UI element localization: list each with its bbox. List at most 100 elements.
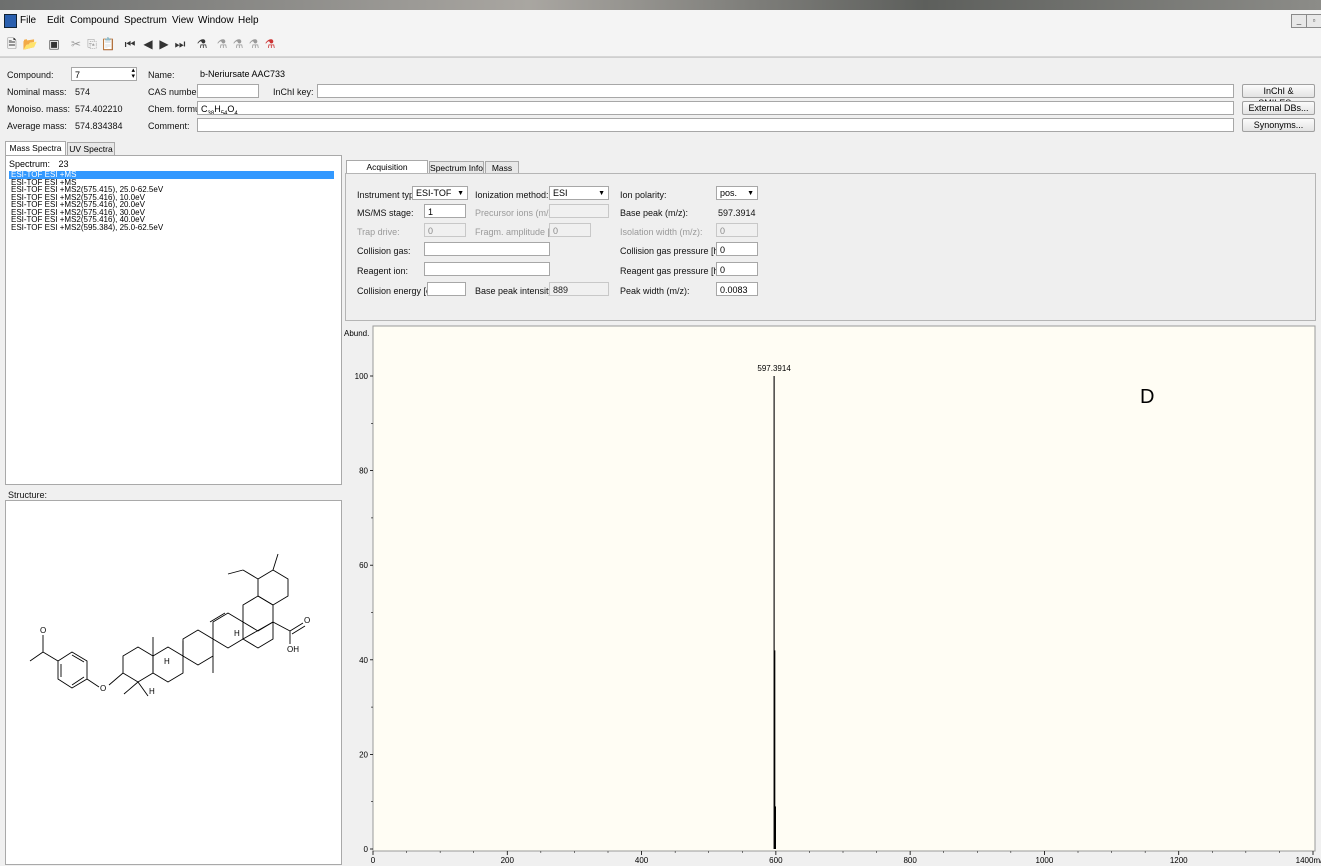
add-compound-icon[interactable]: ⚗ xyxy=(214,36,230,52)
ion-polarity-select[interactable]: pos. ▼ xyxy=(716,186,758,200)
base-peak-value: 597.3914 xyxy=(718,208,756,218)
molecule-atoms: O O O OH H H H xyxy=(40,616,310,696)
spectrum-count-header: Spectrum: 23 xyxy=(6,156,341,170)
structure-label: Structure: xyxy=(8,490,48,500)
base-peak-intensity-field: 889 xyxy=(549,282,609,296)
y-tick-label: 100 xyxy=(355,372,369,381)
nominal-mass-value: 574 xyxy=(75,87,91,97)
x-tick-label: 800 xyxy=(903,856,917,865)
spectrum-list: ESI-TOF ESI +MS ESI-TOF ESI +MS ESI-TOF … xyxy=(9,171,334,231)
precursor-ions-label: Precursor ions (m/z): xyxy=(475,208,559,218)
atom-label: H xyxy=(234,629,240,638)
synonyms-button[interactable]: Synonyms... xyxy=(1242,118,1315,132)
tab-mass-spectra[interactable]: Mass Spectra xyxy=(5,141,66,155)
spinner-icon[interactable]: ▴ ▾ xyxy=(131,68,135,80)
msms-stage-field[interactable]: 1 xyxy=(424,204,466,218)
molecule-bonds xyxy=(29,553,306,697)
mass-spectrum-chart[interactable]: Abund. D 0 20 40 60 80 100 0 200 400 600 800 1000 1… xyxy=(343,323,1321,865)
ionization-method-select[interactable]: ESI ▼ xyxy=(549,186,609,200)
spectrum-count-label: Spectrum: xyxy=(9,159,51,169)
menu-file[interactable]: File xyxy=(20,15,36,26)
collision-gas-field[interactable] xyxy=(424,242,550,256)
atom-label: O xyxy=(40,626,46,635)
name-field[interactable]: b-Neriursate AAC733 xyxy=(197,67,1314,81)
peak-label: 597.3914 xyxy=(757,364,791,373)
compound-number-field[interactable]: 7 ▴ ▾ xyxy=(71,67,137,81)
x-tick-label: 600 xyxy=(769,856,783,865)
panel-annotation: D xyxy=(1140,386,1154,408)
y-tick-label: 0 xyxy=(364,845,369,854)
reagent-gas-pressure-field[interactable]: 0 xyxy=(716,262,758,276)
x-tick-label: 1400m/z xyxy=(1296,856,1321,865)
spectrum-chart-area: Abund. D 0 20 40 60 80 100 0 200 400 600 800 1000 1… xyxy=(343,323,1321,865)
search-compound-icon[interactable]: ⚗ xyxy=(194,36,210,52)
x-tick-label: 200 xyxy=(501,856,515,865)
previous-icon[interactable]: ◀ xyxy=(140,36,156,52)
last-icon[interactable]: ⏭ xyxy=(172,36,188,52)
dropdown-arrow-icon: ▼ xyxy=(747,190,754,197)
average-mass-label: Average mass: xyxy=(7,121,67,131)
list-item[interactable]: ESI-TOF ESI +MS2(595.384), 25.0-62.5eV xyxy=(9,223,334,232)
y-tick-label: 60 xyxy=(359,561,368,570)
atom-label: O xyxy=(304,616,310,625)
average-mass-value: 574.834384 xyxy=(75,121,123,131)
comment-field[interactable] xyxy=(197,118,1234,132)
y-tick-label: 40 xyxy=(359,656,368,665)
menu-view[interactable]: View xyxy=(172,15,194,26)
app-icon xyxy=(4,14,17,28)
y-axis: 0 20 40 60 80 100 xyxy=(355,372,373,854)
dropdown-arrow-icon: ▼ xyxy=(598,190,605,197)
trap-drive-field: 0 xyxy=(424,223,466,237)
first-icon[interactable]: ⏮ xyxy=(122,36,138,52)
inchi-smiles-button[interactable]: InChI & SMILES... xyxy=(1242,84,1315,108)
atom-label: OH xyxy=(287,645,299,654)
edit-compound-icon[interactable]: ⚗ xyxy=(230,36,246,52)
peak-width-field[interactable]: 0.0083 xyxy=(716,282,758,296)
msms-stage-label: MS/MS stage: xyxy=(357,208,414,218)
paste-icon[interactable]: 📋 xyxy=(100,36,116,52)
properties-icon[interactable]: ▣ xyxy=(46,36,62,52)
duplicate-compound-icon[interactable]: ⚗ xyxy=(246,36,262,52)
window-top-strip xyxy=(0,0,1321,10)
instrument-type-value: ESI-TOF xyxy=(416,188,452,198)
open-icon[interactable]: 📂 xyxy=(22,36,38,52)
chem-formula-field[interactable]: C38H54O4 xyxy=(197,101,1234,115)
tab-uv-spectra[interactable]: UV Spectra xyxy=(67,142,115,155)
menu-edit[interactable]: Edit xyxy=(47,15,64,26)
formula-o-count: 4 xyxy=(234,110,238,115)
y-axis-label: Abund. xyxy=(344,329,369,338)
ionization-method-label: Ionization method: xyxy=(475,190,549,200)
minimize-icon[interactable]: _ xyxy=(1291,14,1307,28)
trap-drive-label: Trap drive: xyxy=(357,227,400,237)
cut-icon[interactable]: ✂ xyxy=(68,36,84,52)
ionization-method-value: ESI xyxy=(553,188,568,198)
inchi-key-field[interactable] xyxy=(317,84,1234,98)
reagent-ion-field[interactable] xyxy=(424,262,550,276)
reagent-ion-label: Reagent ion: xyxy=(357,266,409,276)
ion-polarity-label: Ion polarity: xyxy=(620,190,667,200)
x-tick-label: 0 xyxy=(371,856,376,865)
instrument-type-select[interactable]: ESI-TOF ▼ xyxy=(412,186,468,200)
base-peak-label: Base peak (m/z): xyxy=(620,208,689,218)
y-tick-label: 20 xyxy=(359,750,368,759)
restore-icon[interactable]: ▫ xyxy=(1306,14,1321,28)
next-icon[interactable]: ▶ xyxy=(156,36,172,52)
atom-label: H xyxy=(149,687,155,696)
monoiso-mass-value: 574.402210 xyxy=(75,104,123,114)
cas-number-field[interactable] xyxy=(197,84,259,98)
menu-help[interactable]: Help xyxy=(238,15,259,26)
new-icon[interactable]: 🗎 xyxy=(4,36,20,52)
copy-icon[interactable]: ⎘ xyxy=(84,36,100,52)
delete-compound-icon[interactable]: ⚗ xyxy=(262,36,278,52)
collision-energy-field[interactable] xyxy=(427,282,466,296)
tab-acquisition-parameters[interactable]: Acquisition Parameters xyxy=(346,160,428,185)
cas-number-label: CAS number: xyxy=(148,87,203,97)
spectrum-list-panel: Spectrum: 23 ESI-TOF ESI +MS ESI-TOF ESI… xyxy=(5,155,342,485)
menu-window[interactable]: Window xyxy=(198,15,234,26)
dropdown-arrow-icon: ▼ xyxy=(457,190,464,197)
collision-gas-pressure-field[interactable]: 0 xyxy=(716,242,758,256)
external-dbs-button[interactable]: External DBs... xyxy=(1242,101,1315,115)
menu-compound[interactable]: Compound xyxy=(70,15,119,26)
menu-spectrum[interactable]: Spectrum xyxy=(124,15,167,26)
collision-gas-label: Collision gas: xyxy=(357,246,411,256)
